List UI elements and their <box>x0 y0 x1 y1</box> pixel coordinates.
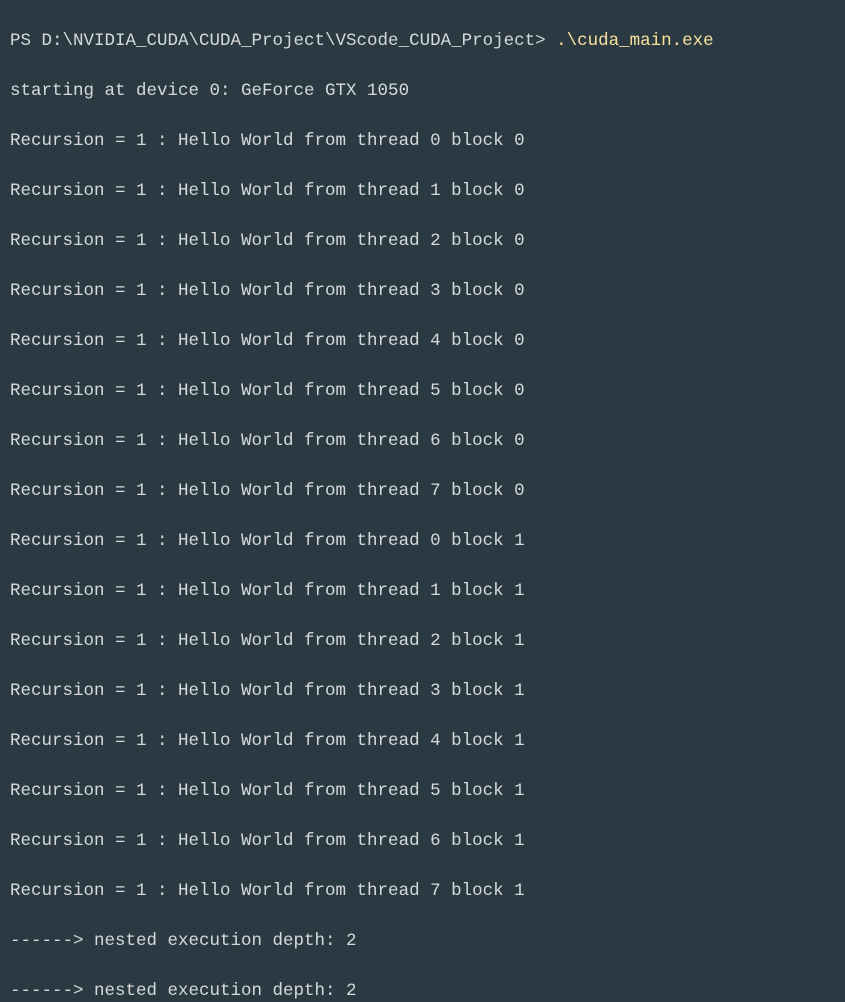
output-line: Recursion = 1 : Hello World from thread … <box>10 629 843 654</box>
command-text: .\cuda_main.exe <box>556 31 714 51</box>
output-line: Recursion = 1 : Hello World from thread … <box>10 329 843 354</box>
output-line: Recursion = 1 : Hello World from thread … <box>10 129 843 154</box>
output-line: Recursion = 1 : Hello World from thread … <box>10 729 843 754</box>
output-line: Recursion = 1 : Hello World from thread … <box>10 529 843 554</box>
output-line: starting at device 0: GeForce GTX 1050 <box>10 79 843 104</box>
output-line: Recursion = 1 : Hello World from thread … <box>10 779 843 804</box>
output-line: Recursion = 1 : Hello World from thread … <box>10 879 843 904</box>
output-line: Recursion = 1 : Hello World from thread … <box>10 429 843 454</box>
output-line: Recursion = 1 : Hello World from thread … <box>10 179 843 204</box>
command-line-1: PS D:\NVIDIA_CUDA\CUDA_Project\VScode_CU… <box>10 29 843 54</box>
output-line: Recursion = 1 : Hello World from thread … <box>10 679 843 704</box>
terminal[interactable]: PS D:\NVIDIA_CUDA\CUDA_Project\VScode_CU… <box>0 0 845 1002</box>
output-line: Recursion = 1 : Hello World from thread … <box>10 479 843 504</box>
output-line: ------> nested execution depth: 2 <box>10 929 843 954</box>
output-line: Recursion = 1 : Hello World from thread … <box>10 579 843 604</box>
output-line: ------> nested execution depth: 2 <box>10 979 843 1002</box>
prompt-prefix: PS D:\NVIDIA_CUDA\CUDA_Project\VScode_CU… <box>10 31 556 51</box>
output-line: Recursion = 1 : Hello World from thread … <box>10 279 843 304</box>
output-line: Recursion = 1 : Hello World from thread … <box>10 379 843 404</box>
output-line: Recursion = 1 : Hello World from thread … <box>10 229 843 254</box>
output-line: Recursion = 1 : Hello World from thread … <box>10 829 843 854</box>
